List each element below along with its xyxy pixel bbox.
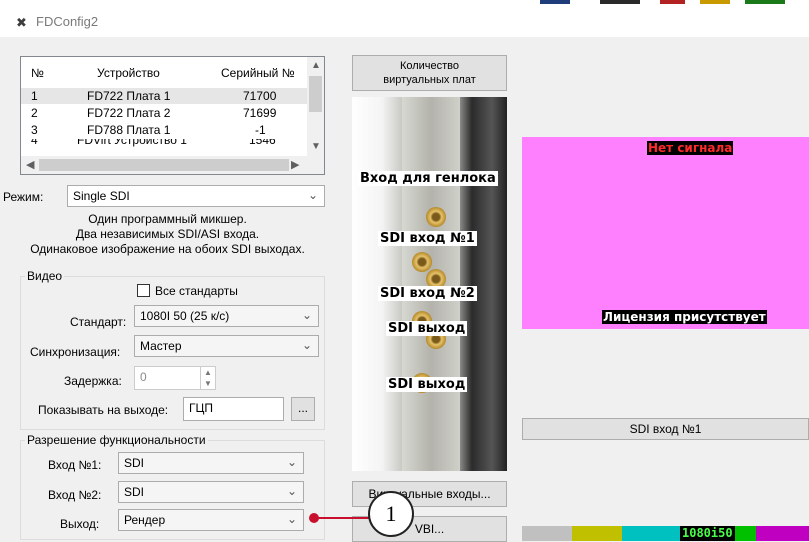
chevron-down-icon: ⌄ xyxy=(307,188,318,202)
sync-value: Мастер xyxy=(140,339,182,353)
standard-value: 1080I 50 (25 к/с) xyxy=(140,309,230,323)
col-serial[interactable]: Серийный № xyxy=(221,66,295,80)
input2-select[interactable]: SDI ⌄ xyxy=(118,481,304,503)
genlock-label: Вход для генлока xyxy=(358,171,498,186)
cell-serial: 71699 xyxy=(243,106,277,120)
spin-down-icon[interactable]: ▼ xyxy=(201,378,215,389)
functionality-group-title: Разрешение функциональности xyxy=(25,433,208,447)
callout-line xyxy=(314,517,370,519)
sdi-connector-icon xyxy=(412,252,432,272)
input1-value: SDI xyxy=(124,456,145,470)
chevron-down-icon: ⌄ xyxy=(301,338,312,352)
preview-panel: Нет сигнала Лицензия присутствует xyxy=(522,137,809,329)
timecode-label: 1080i50 xyxy=(680,526,735,541)
scroll-thumb[interactable] xyxy=(309,76,322,112)
mode-select[interactable]: Single SDI ⌄ xyxy=(67,185,325,207)
virtual-boards-button[interactable]: Количество виртуальных плат xyxy=(352,55,507,91)
scroll-up-icon[interactable]: ▲ xyxy=(311,60,321,71)
chevron-down-icon: ⌄ xyxy=(286,455,297,469)
all-standards-label[interactable]: Все стандарты xyxy=(155,284,238,298)
genlock-connector-icon xyxy=(426,207,446,227)
spin-arrows[interactable]: ▲ ▼ xyxy=(200,367,215,389)
output-label: Выход: xyxy=(60,517,100,531)
cell-device: FD788 Плата 1 xyxy=(87,123,171,137)
cell-number: 4 xyxy=(31,139,38,147)
sync-label: Синхронизация: xyxy=(30,345,121,359)
cell-serial: -1 xyxy=(255,123,266,137)
color-bars: 1080i50 xyxy=(522,526,809,541)
table-row[interactable]: 3 FD788 Плата 1 -1 xyxy=(21,122,307,138)
title-bar: ✖ FDConfig2 xyxy=(0,5,809,37)
all-standards-checkbox[interactable] xyxy=(137,284,150,297)
mode-description-line: Два независимых SDI/ASI входа. xyxy=(75,227,260,241)
standard-select[interactable]: 1080I 50 (25 к/с) ⌄ xyxy=(134,305,319,327)
delay-label: Задержка: xyxy=(64,374,122,388)
mode-value: Single SDI xyxy=(73,189,130,203)
sdi-in1-label: SDI вход №1 xyxy=(378,231,477,246)
input1-label: Вход №1: xyxy=(48,458,102,472)
callout-dot xyxy=(309,513,319,523)
app-x-icon: ✖ xyxy=(16,15,27,30)
mode-description: Один программный микшер. Два независимых… xyxy=(0,212,335,257)
mode-label: Режим: xyxy=(3,190,44,204)
chevron-down-icon: ⌄ xyxy=(286,484,297,498)
show-output-value: ГЦП xyxy=(189,401,213,415)
scroll-left-icon[interactable]: ◀ xyxy=(26,158,34,171)
standard-label: Стандарт: xyxy=(70,315,127,329)
table-row[interactable]: 1 FD722 Плата 1 71700 xyxy=(21,88,307,104)
color-bar xyxy=(522,526,572,541)
window-title: FDConfig2 xyxy=(36,14,99,29)
show-output-field[interactable]: ГЦП xyxy=(183,397,284,421)
sync-select[interactable]: Мастер ⌄ xyxy=(134,335,319,357)
input1-select[interactable]: SDI ⌄ xyxy=(118,452,304,474)
sdi-in2-label: SDI вход №2 xyxy=(378,286,477,301)
table-horizontal-scrollbar[interactable]: ◀ ▶ xyxy=(21,156,324,174)
color-bar xyxy=(756,526,809,541)
cell-serial: 1546 xyxy=(249,139,276,147)
spin-up-icon[interactable]: ▲ xyxy=(201,367,215,378)
device-table[interactable]: № Устройство Серийный № 1 FD722 Плата 1 … xyxy=(20,56,325,175)
input2-value: SDI xyxy=(124,485,145,499)
input2-label: Вход №2: xyxy=(48,488,102,502)
chevron-down-icon: ⌄ xyxy=(301,308,312,322)
cell-number: 2 xyxy=(31,106,38,120)
license-label: Лицензия присутствует xyxy=(602,310,767,324)
table-row[interactable]: 4 FDVirt Устройство 1 1546 xyxy=(21,139,307,149)
virtual-boards-button-line: виртуальных плат xyxy=(383,74,476,86)
cell-device: FD722 Плата 1 xyxy=(87,89,171,103)
col-number[interactable]: № xyxy=(31,66,44,80)
delay-spinbox[interactable]: 0 ▲ ▼ xyxy=(134,366,216,390)
browse-button[interactable]: ... xyxy=(291,397,315,421)
cell-number: 1 xyxy=(31,89,38,103)
cell-number: 3 xyxy=(31,123,38,137)
color-bar xyxy=(572,526,622,541)
mode-description-line: Одинаковое изображение на обоих SDI выхо… xyxy=(30,242,305,256)
scroll-right-icon[interactable]: ▶ xyxy=(291,158,299,171)
cell-device: FDVirt Устройство 1 xyxy=(77,139,187,147)
table-vertical-scrollbar[interactable]: ▲ ▼ xyxy=(307,57,324,157)
chevron-down-icon: ⌄ xyxy=(286,512,297,526)
virtual-boards-button-line: Количество xyxy=(399,60,460,72)
color-bar xyxy=(622,526,680,541)
sdi-out2-label: SDI выход xyxy=(386,377,468,392)
scroll-thumb[interactable] xyxy=(39,159,289,171)
cell-device: FD722 Плата 2 xyxy=(87,106,171,120)
sdi-out1-label: SDI выход xyxy=(386,321,468,336)
mode-description-line: Один программный микшер. xyxy=(88,212,247,226)
hardware-image: Вход для генлока SDI вход №1 SDI вход №2… xyxy=(352,97,507,471)
table-header: № Устройство Серийный № xyxy=(21,57,307,87)
cell-serial: 71700 xyxy=(243,89,277,103)
scroll-down-icon[interactable]: ▼ xyxy=(311,141,321,152)
no-signal-label: Нет сигнала xyxy=(647,141,734,155)
table-row[interactable]: 2 FD722 Плата 2 71699 xyxy=(21,105,307,121)
video-group-title: Видео xyxy=(25,269,65,283)
channel-select-button[interactable]: SDI вход №1 xyxy=(522,418,809,440)
show-output-label: Показывать на выходе: xyxy=(38,403,169,417)
callout-number: 1 xyxy=(368,491,414,537)
output-select[interactable]: Рендер ⌄ xyxy=(118,509,304,531)
delay-value: 0 xyxy=(140,370,147,384)
output-value: Рендер xyxy=(124,513,166,527)
col-device[interactable]: Устройство xyxy=(97,66,160,80)
